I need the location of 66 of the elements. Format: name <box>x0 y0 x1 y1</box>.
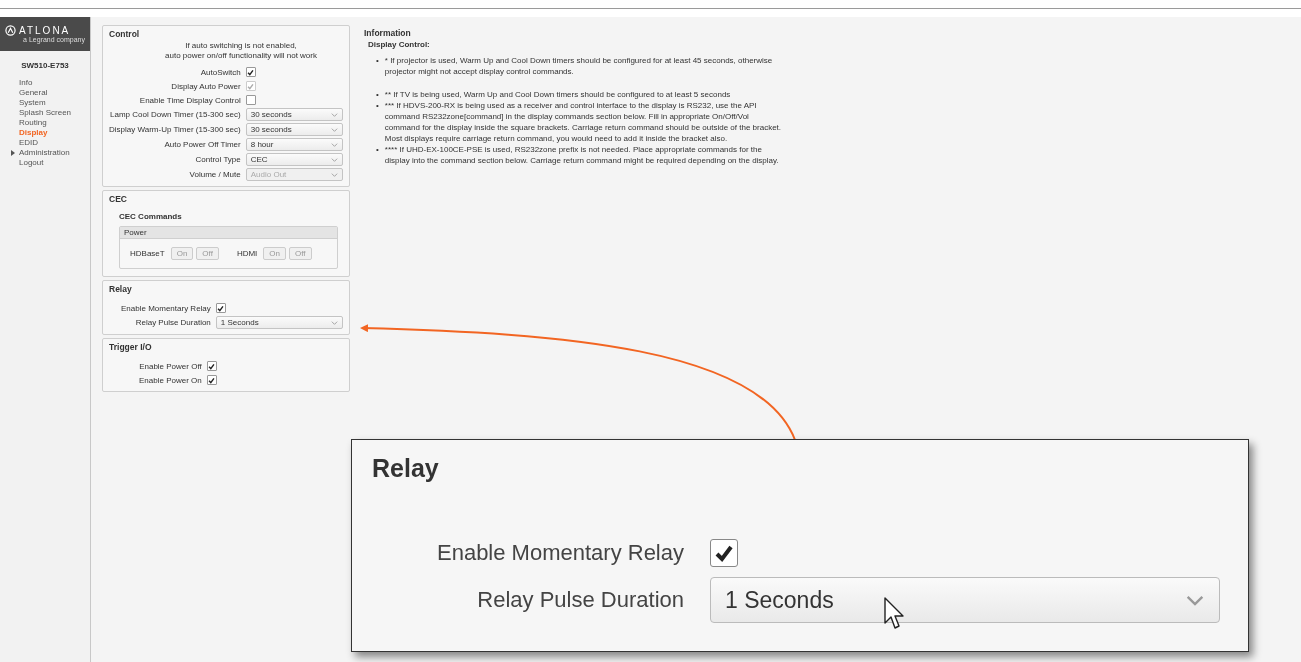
chevron-icon <box>331 127 338 132</box>
dropdown[interactable]: 1 Seconds <box>710 577 1220 623</box>
chevron-icon <box>331 157 338 162</box>
checkbox[interactable] <box>206 361 217 371</box>
field-label: Display Auto Power <box>170 80 241 92</box>
chevron-icon <box>331 172 338 177</box>
dropdown[interactable]: 30 seconds <box>245 108 343 121</box>
field-label: Display Warm-Up Timer (15-300 sec) <box>109 124 241 135</box>
panel-title: Control <box>109 29 141 39</box>
checkbox[interactable] <box>245 95 256 105</box>
device-name: SW510-E753 <box>20 61 70 70</box>
checkbox[interactable] <box>215 303 226 313</box>
panel-title: Relay <box>109 284 133 294</box>
sidebar-item[interactable]: Logout <box>19 158 44 168</box>
panel-title: Trigger I/O <box>109 342 153 352</box>
field-label: AutoSwitch <box>199 66 241 78</box>
chevron-icon <box>331 142 338 147</box>
sidebar-item[interactable]: Info <box>19 78 33 88</box>
chevron-icon <box>331 112 338 117</box>
dropdown[interactable]: CEC <box>245 153 343 166</box>
field-label: Enable Time Display Control <box>138 94 241 106</box>
field-label: Relay Pulse Duration <box>134 317 211 328</box>
device-label: HDMI <box>236 249 258 258</box>
sidebar-item[interactable]: Administration <box>19 148 70 158</box>
dropdown[interactable]: 30 seconds <box>245 123 343 136</box>
expand-icon[interactable] <box>11 150 15 156</box>
checkbox[interactable] <box>245 67 256 77</box>
checkbox[interactable] <box>710 539 738 567</box>
sidebar-item[interactable]: Splash Screen <box>19 108 72 118</box>
field-label: Lamp Cool Down Timer (15-300 sec) <box>109 109 241 120</box>
bullet: • <box>376 144 379 156</box>
sidebar-item[interactable]: General <box>19 88 48 98</box>
info-text: * If projector is used, Warm Up and Cool Down timers should be configured for at least 45 seconds, otherwise projector might not accept display control commands. <box>384 55 774 77</box>
info-subtitle: Display Control: <box>368 40 431 49</box>
field-label: Enable Power Off <box>139 360 202 372</box>
info-text: **** If UHD-EX-100CE-PSE is used, RS232zone prefix is not needed. Place appropriate commands for the display into the command section below. Carriage return command might be required depending on the display. <box>384 144 780 166</box>
chevron-icon <box>331 320 338 325</box>
warning-note: If auto switching is not enabled, auto power on/off functionality will not work <box>164 41 318 61</box>
field-label: Enable Momentary Relay <box>121 302 211 314</box>
field-label: Relay Pulse Duration <box>476 587 684 613</box>
info-text: ** If TV is being used, Warm Up and Cool Down timers should be configured to at least 5 seconds <box>384 89 731 100</box>
dropdown[interactable]: 1 Seconds <box>215 316 343 329</box>
dropdown[interactable]: 8 hour <box>245 138 343 151</box>
field-label: Volume / Mute <box>188 169 241 180</box>
sidebar-item[interactable]: System <box>19 98 46 108</box>
logo-icon <box>5 25 16 36</box>
field-label: Auto Power Off Timer <box>163 139 241 150</box>
field-label: Enable Momentary Relay <box>436 540 684 566</box>
chevron-icon <box>1185 594 1205 606</box>
field-label: Control Type <box>194 154 241 165</box>
checkbox[interactable] <box>206 375 217 385</box>
panel-title: CEC <box>109 194 128 204</box>
bullet: • <box>376 100 379 112</box>
callout-title: Relay <box>372 454 440 483</box>
info-title: Information <box>364 28 412 38</box>
group-title: Power <box>120 227 337 239</box>
section-label: CEC Commands <box>119 212 183 221</box>
logo-text: ATLONA <box>19 25 71 36</box>
device-label: HDBaseT <box>130 249 165 258</box>
sidebar-item[interactable]: Routing <box>19 118 47 128</box>
sidebar-item[interactable]: EDID <box>19 138 39 148</box>
cursor-icon <box>884 597 906 631</box>
bullet: • <box>376 89 379 100</box>
info-text: *** If HDVS-200-RX is being used as a receiver and control interface to the display is RS232, use the API command RS232zone[command] in the display commands section below. Fill in appropriate On/Off/Vol command for the display inside the square brackets. Carriage return command should be outside of the bracket. Most displays require carriage return command, you would need to add it inside the bracket also. <box>384 100 783 144</box>
field-label: Enable Power On <box>139 374 202 386</box>
bullet: • <box>376 55 379 67</box>
